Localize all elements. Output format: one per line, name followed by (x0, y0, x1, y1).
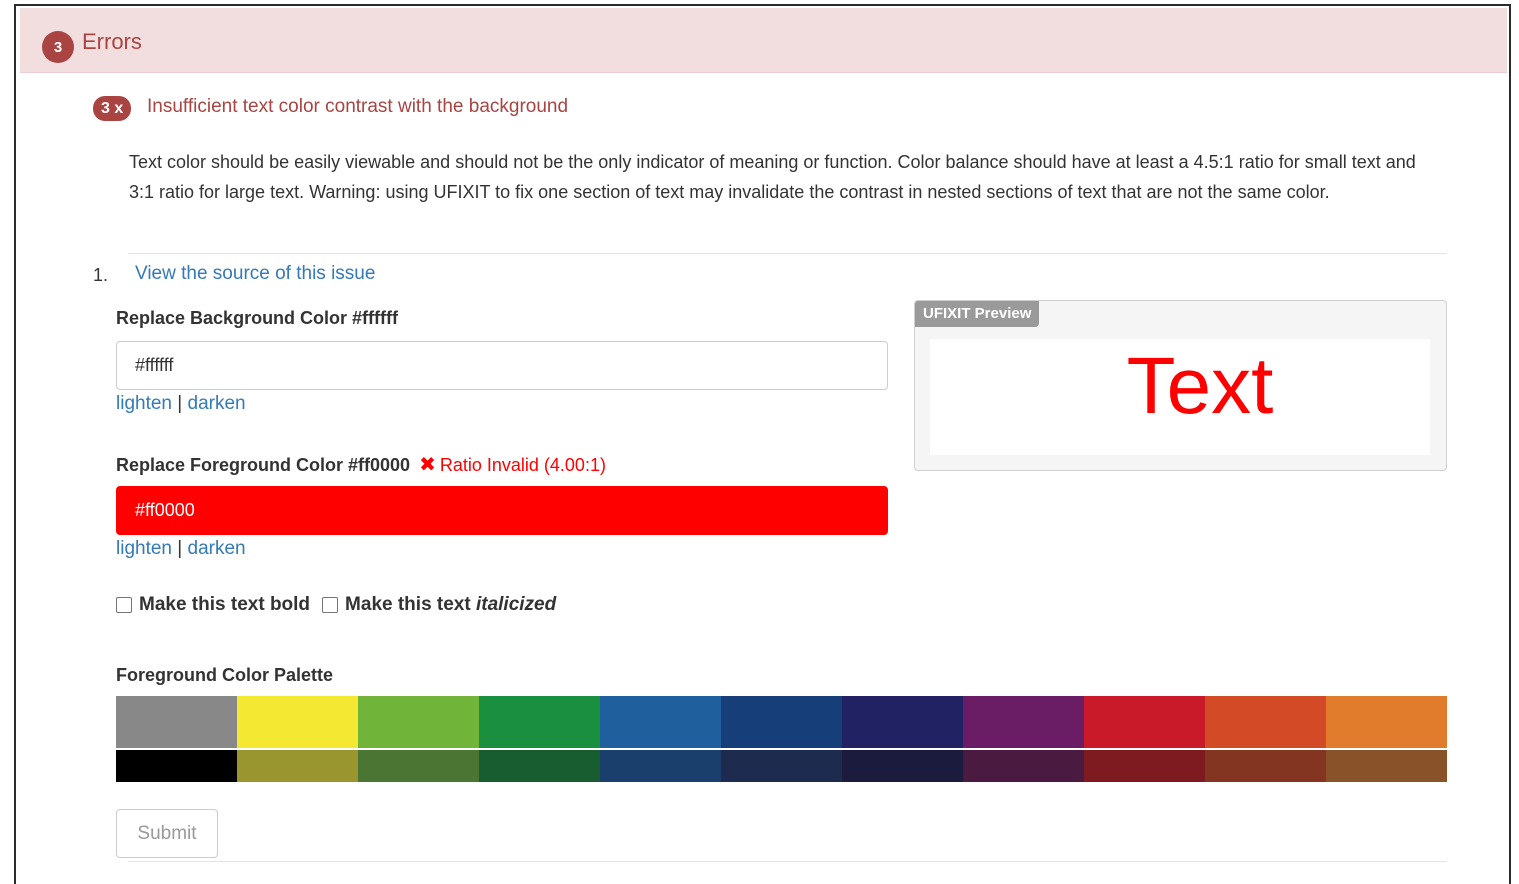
palette-swatch[interactable] (721, 696, 842, 748)
foreground-color-input[interactable]: #ff0000 (116, 486, 888, 535)
ratio-invalid-status: ✖ Ratio Invalid (4.00:1) (419, 454, 606, 476)
background-color-input[interactable]: #ffffff (116, 341, 888, 390)
palette-swatch[interactable] (116, 696, 237, 748)
palette-swatch[interactable] (1084, 696, 1205, 748)
list-item-number: 1. (93, 265, 109, 285)
ufixit-preview: UFIXIT Preview Text (914, 300, 1447, 471)
background-lighten-link[interactable]: lighten (116, 393, 172, 414)
palette-swatch[interactable] (963, 696, 1084, 748)
foreground-lighten-link[interactable]: lighten (116, 538, 172, 559)
issue-title[interactable]: Insufficient text color contrast with th… (147, 94, 568, 120)
palette-swatch[interactable] (1084, 750, 1205, 782)
ratio-invalid-text: Ratio Invalid (4.00:1) (439, 455, 606, 475)
bold-option[interactable]: Make this text bold (116, 594, 310, 616)
palette-swatch[interactable] (600, 696, 721, 748)
palette-row-dark (116, 750, 1447, 782)
issue-count-badge: 3 x (93, 96, 132, 121)
errors-title: Errors (82, 29, 142, 54)
palette-label: Foreground Color Palette (116, 665, 334, 685)
palette-swatch[interactable] (358, 696, 479, 748)
preview-tag: UFIXIT Preview (915, 301, 1040, 327)
issue-description: Text color should be easily viewable and… (129, 152, 1416, 202)
palette-swatch[interactable] (237, 750, 358, 782)
foreground-adjust-links: lighten | darken (116, 538, 246, 560)
separator: | (177, 393, 183, 414)
palette-swatch[interactable] (842, 696, 963, 748)
background-darken-link[interactable]: darken (188, 393, 246, 414)
palette-swatch[interactable] (842, 750, 963, 782)
foreground-color-palette (116, 696, 1447, 782)
italic-option[interactable]: Make this text italicized (322, 594, 556, 616)
invalid-x-icon: ✖ (419, 454, 436, 476)
divider (128, 253, 1447, 254)
palette-swatch[interactable] (116, 750, 237, 782)
palette-swatch[interactable] (479, 750, 600, 782)
view-source-link[interactable]: View the source of this issue (135, 263, 375, 285)
foreground-color-label-row: Replace Foreground Color #ff0000 ✖ Ratio … (116, 452, 606, 477)
palette-row-light (116, 696, 1447, 750)
separator: | (177, 538, 183, 559)
palette-swatch[interactable] (1205, 696, 1326, 748)
palette-swatch[interactable] (1326, 750, 1447, 782)
palette-swatch[interactable] (358, 750, 479, 782)
errors-header[interactable]: 3 Errors (20, 8, 1507, 73)
palette-swatch[interactable] (600, 750, 721, 782)
foreground-color-label: Replace Foreground Color #ff0000 (116, 455, 411, 475)
palette-swatch[interactable] (1326, 696, 1447, 748)
foreground-darken-link[interactable]: darken (188, 538, 246, 559)
divider (128, 861, 1447, 862)
background-adjust-links: lighten | darken (116, 393, 246, 415)
error-count-badge: 3 (42, 31, 74, 63)
submit-button[interactable]: Submit (116, 809, 218, 858)
bold-checkbox[interactable] (116, 597, 132, 613)
palette-swatch[interactable] (721, 750, 842, 782)
palette-swatch[interactable] (237, 696, 358, 748)
palette-swatch[interactable] (1205, 750, 1326, 782)
preview-text: Text (1126, 341, 1274, 430)
palette-swatch[interactable] (479, 696, 600, 748)
preview-box: Text (930, 339, 1430, 455)
text-style-options: Make this text bold Make this text itali… (116, 594, 568, 616)
bold-prefix: Make this text (139, 594, 270, 615)
palette-swatch[interactable] (963, 750, 1084, 782)
bold-word: bold (269, 594, 311, 615)
italic-prefix: Make this text (345, 594, 476, 615)
italic-checkbox[interactable] (322, 597, 339, 613)
italic-word: italicized (475, 594, 557, 615)
background-color-label: Replace Background Color #ffffff (116, 308, 399, 328)
